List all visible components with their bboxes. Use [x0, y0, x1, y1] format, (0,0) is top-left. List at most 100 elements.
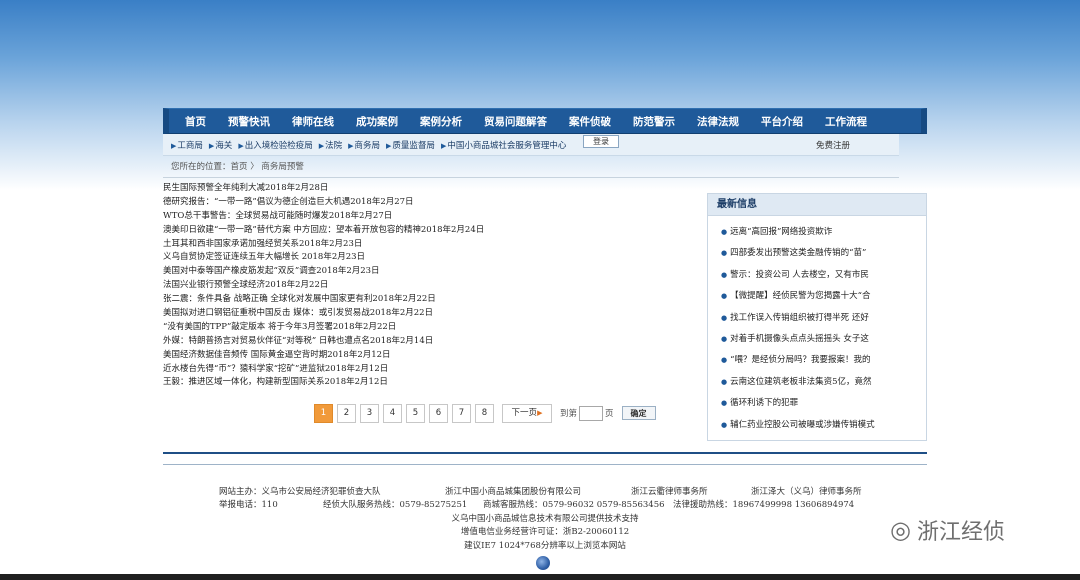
subnav-item-customs[interactable]: ▶海关 [209, 139, 232, 151]
news-item[interactable]: 外媒：特朗普扬言对贸易伙伴征“对等税” 日韩也遭点名2018年2月14日 [163, 335, 683, 349]
subnav-item-inspection-bureau[interactable]: ▶出入境检验检疫局 [238, 139, 312, 151]
latest-info-item[interactable]: ● 四部委发出预警这类金融传销的“苗” [721, 243, 926, 264]
nav-workflow[interactable]: 工作流程 [825, 114, 867, 129]
subnav-item-service-center[interactable]: ▶中国小商品城社会服务管理中心 [441, 139, 566, 151]
footer-legal-phone: 法律援助热线：18967499998 13606894974 [673, 500, 855, 511]
nav-success-cases[interactable]: 成功案例 [356, 114, 398, 129]
footer-divider [163, 464, 927, 465]
latest-info-item[interactable]: ● 对着手机摄像头点点头摇摇头 女子这 [721, 329, 926, 350]
footer-sponsor: 网站主办：义乌市公安局经济犯罪侦查大队 [219, 487, 381, 497]
nav-laws[interactable]: 法律法规 [697, 114, 739, 129]
goto-confirm-button[interactable]: 确定 [621, 406, 656, 420]
watermark-text: 浙江经侦 [916, 520, 1005, 545]
news-item[interactable]: 美国对中泰等国产橡皮筋发起“双反”调查2018年2月23日 [163, 265, 683, 279]
latest-info-title: 最新信息 [708, 194, 926, 216]
news-item[interactable]: 义乌自贸协定签证连续五年大幅增长 2018年2月23日 [163, 251, 683, 265]
goto-page-input[interactable] [579, 405, 604, 421]
bullet-icon: ● [721, 334, 728, 343]
latest-info-item[interactable]: ● 辅仁药业控股公司被曝或涉嫌传销模式 [721, 415, 926, 436]
footer-org-link[interactable]: 浙江泽大（义乌）律师事务所 [751, 486, 862, 499]
triangle-right-icon: ▶ [386, 141, 392, 150]
latest-info-item[interactable]: ● 【微提醒】经侦民警为您揭露十大“合 [721, 286, 926, 307]
bullet-icon: ● [721, 420, 728, 429]
triangle-right-icon: ▶ [208, 141, 215, 150]
latest-info-list: ● 远离“高回报”网络投资欺诈 ● 四部委发出预警这类金融传销的“苗” ● 警示：投资… [708, 216, 926, 436]
news-item[interactable]: 近水楼台先得“币”？猿科学家“挖矿”进监狱2018年2月12日 [163, 363, 683, 377]
triangle-right-icon: ▶ [171, 141, 177, 150]
bullet-icon: ● [721, 249, 728, 258]
nav-home[interactable]: 首页 [185, 114, 206, 129]
breadcrumb: 您所在的位置：首页 〉 商务局预警 [163, 156, 899, 178]
latest-info-item[interactable]: ● 云南这位建筑老板非法集资5亿，竟然 [721, 372, 926, 393]
news-item[interactable]: WTO总干事警告：全球贸易战可能随时爆发2018年2月27日 [163, 210, 683, 224]
news-item[interactable]: 民生国际预警全年纯利大减2018年2月28日 [163, 182, 683, 196]
latest-info-item[interactable]: ● 远离“高回报”网络投资欺诈 [721, 222, 926, 243]
wechat-watermark: ◎ 浙江经侦 [890, 514, 1005, 546]
page-button-7[interactable]: 7 [452, 403, 471, 423]
triangle-right-icon: ▶ [537, 408, 543, 417]
news-item[interactable]: 法国兴业银行预警全球经济2018年2月22日 [163, 279, 683, 293]
goto-prefix-label: 到第 [560, 409, 578, 419]
page-header: 首页 预警快讯 律师在线 成功案例 案例分析 贸易问题解答 案件侦破 防范警示 … [163, 108, 927, 178]
nav-trade-qa[interactable]: 贸易问题解答 [484, 114, 547, 129]
login-button[interactable]: 登录 [583, 135, 619, 148]
page-button-5[interactable]: 5 [406, 403, 425, 423]
news-item[interactable]: 王毅：推进区域一体化，构建新型国际关系2018年2月12日 [163, 376, 683, 390]
news-item[interactable]: 土耳其和西非国家承诺加强经贸关系2018年2月23日 [163, 238, 683, 252]
pagination: 1 2 3 4 5 6 7 8 下一页▶ 到第 页 确定 [314, 403, 656, 423]
latest-info-item[interactable]: ● “喂？是经侦分局吗？我要报案！我的 [721, 350, 926, 371]
bullet-icon: ● [721, 377, 728, 386]
news-item[interactable]: 德研究报告：“一带一路”倡议为德企创造巨大机遇2018年2月27日 [163, 196, 683, 210]
footer-mall-phone: 商城客服热线：0579-96032 0579-85563456 [483, 500, 665, 511]
nav-case-analysis[interactable]: 案例分析 [420, 114, 462, 129]
subnav-item-quality-bureau[interactable]: ▶质量监督局 [386, 139, 435, 151]
footer-divider [163, 452, 927, 454]
wechat-icon: ◎ [890, 516, 911, 544]
footer-org-link[interactable]: 浙江云衢律师事务所 [631, 486, 708, 499]
next-page-button[interactable]: 下一页▶ [502, 403, 552, 423]
news-item[interactable]: 澳美印日欲建“一带一路”替代方案 中方回应：望本着开放包容的精神2018年2月2… [163, 224, 683, 238]
subnav-item-business-bureau[interactable]: ▶工商局 [171, 139, 203, 151]
news-item[interactable]: 张二震：条件具备 战略正确 全球化对发展中国家更有利2018年2月22日 [163, 293, 683, 307]
latest-info-panel: 最新信息 ● 远离“高回报”网络投资欺诈 ● 四部委发出预警这类金融传销的“苗” ●… [707, 193, 927, 441]
nav-prevention[interactable]: 防范警示 [633, 114, 675, 129]
footer: 网站主办：义乌市公安局经济犯罪侦查大队 浙江中国小商品城集团股份有限公司 浙江云… [163, 486, 927, 553]
bullet-icon: ● [721, 313, 728, 322]
nav-case-solving[interactable]: 案件侦破 [569, 114, 611, 129]
footer-tech-support: 义乌中国小商品城信息技术有限公司提供技术支持 [451, 513, 639, 524]
nav-lawyer-online[interactable]: 律师在线 [292, 114, 334, 129]
footer-phones-row: 举报电话：110 经侦大队服务热线：0579-85275251 商城客服热线：0… [163, 499, 927, 512]
news-item[interactable]: 美国经济数据佳音频传 国际黄金逼空背时期2018年2月12日 [163, 349, 683, 363]
news-list: 民生国际预警全年纯利大减2018年2月28日 德研究报告：“一带一路”倡议为德企… [163, 182, 683, 390]
latest-info-item[interactable]: ● 循环利诱下的犯罪 [721, 393, 926, 414]
news-item[interactable]: 美国拟对进口钢铝征重税中国反击 媒体：或引发贸易战2018年2月22日 [163, 307, 683, 321]
page-button-8[interactable]: 8 [475, 403, 494, 423]
register-link[interactable]: 免费注册 [816, 139, 850, 151]
page-button-4[interactable]: 4 [383, 403, 402, 423]
nav-platform-intro[interactable]: 平台介绍 [761, 114, 803, 129]
nav-alert-news[interactable]: 预警快讯 [228, 114, 270, 129]
footer-report-phone: 举报电话：110 [219, 500, 278, 511]
latest-info-item[interactable]: ● 找工作误入传销组织被打得半死 还好 [721, 308, 926, 329]
bullet-icon: ● [721, 228, 728, 236]
subnav-item-court[interactable]: ▶法院 [319, 139, 342, 151]
latest-info-item[interactable]: ● 警示：投资公司 人去楼空，又有市民 [721, 265, 926, 286]
page-button-1[interactable]: 1 [314, 403, 333, 423]
page-button-3[interactable]: 3 [360, 403, 379, 423]
footer-browser-note: 建议IE7 1024*768分辨率以上浏览本网站 [464, 540, 626, 551]
triangle-right-icon: ▶ [238, 141, 244, 150]
bullet-icon: ● [721, 270, 728, 279]
goto-suffix-label: 页 [605, 409, 614, 419]
page-button-2[interactable]: 2 [337, 403, 356, 423]
subnav-item-commerce-bureau[interactable]: ▶商务局 [348, 139, 380, 151]
sub-navigation: ▶工商局 ▶海关 ▶出入境检验检疫局 ▶法院 ▶商务局 ▶质量监督局 ▶中国小商… [163, 134, 899, 156]
bottom-bar [0, 574, 1080, 580]
footer-license: 增值电信业务经营许可证：浙B2-20060112 [460, 527, 630, 538]
footer-sponsors-row: 网站主办：义乌市公安局经济犯罪侦查大队 浙江中国小商品城集团股份有限公司 浙江云… [163, 486, 927, 499]
bullet-icon: ● [721, 399, 728, 408]
triangle-right-icon: ▶ [348, 141, 354, 150]
news-item[interactable]: “没有美国的TPP”敲定版本 将于今年3月签署2018年2月22日 [163, 321, 683, 335]
footer-org-link[interactable]: 浙江中国小商品城集团股份有限公司 [445, 486, 581, 499]
footer-econ-phone: 经侦大队服务热线：0579-85275251 [323, 500, 468, 511]
page-button-6[interactable]: 6 [429, 403, 448, 423]
